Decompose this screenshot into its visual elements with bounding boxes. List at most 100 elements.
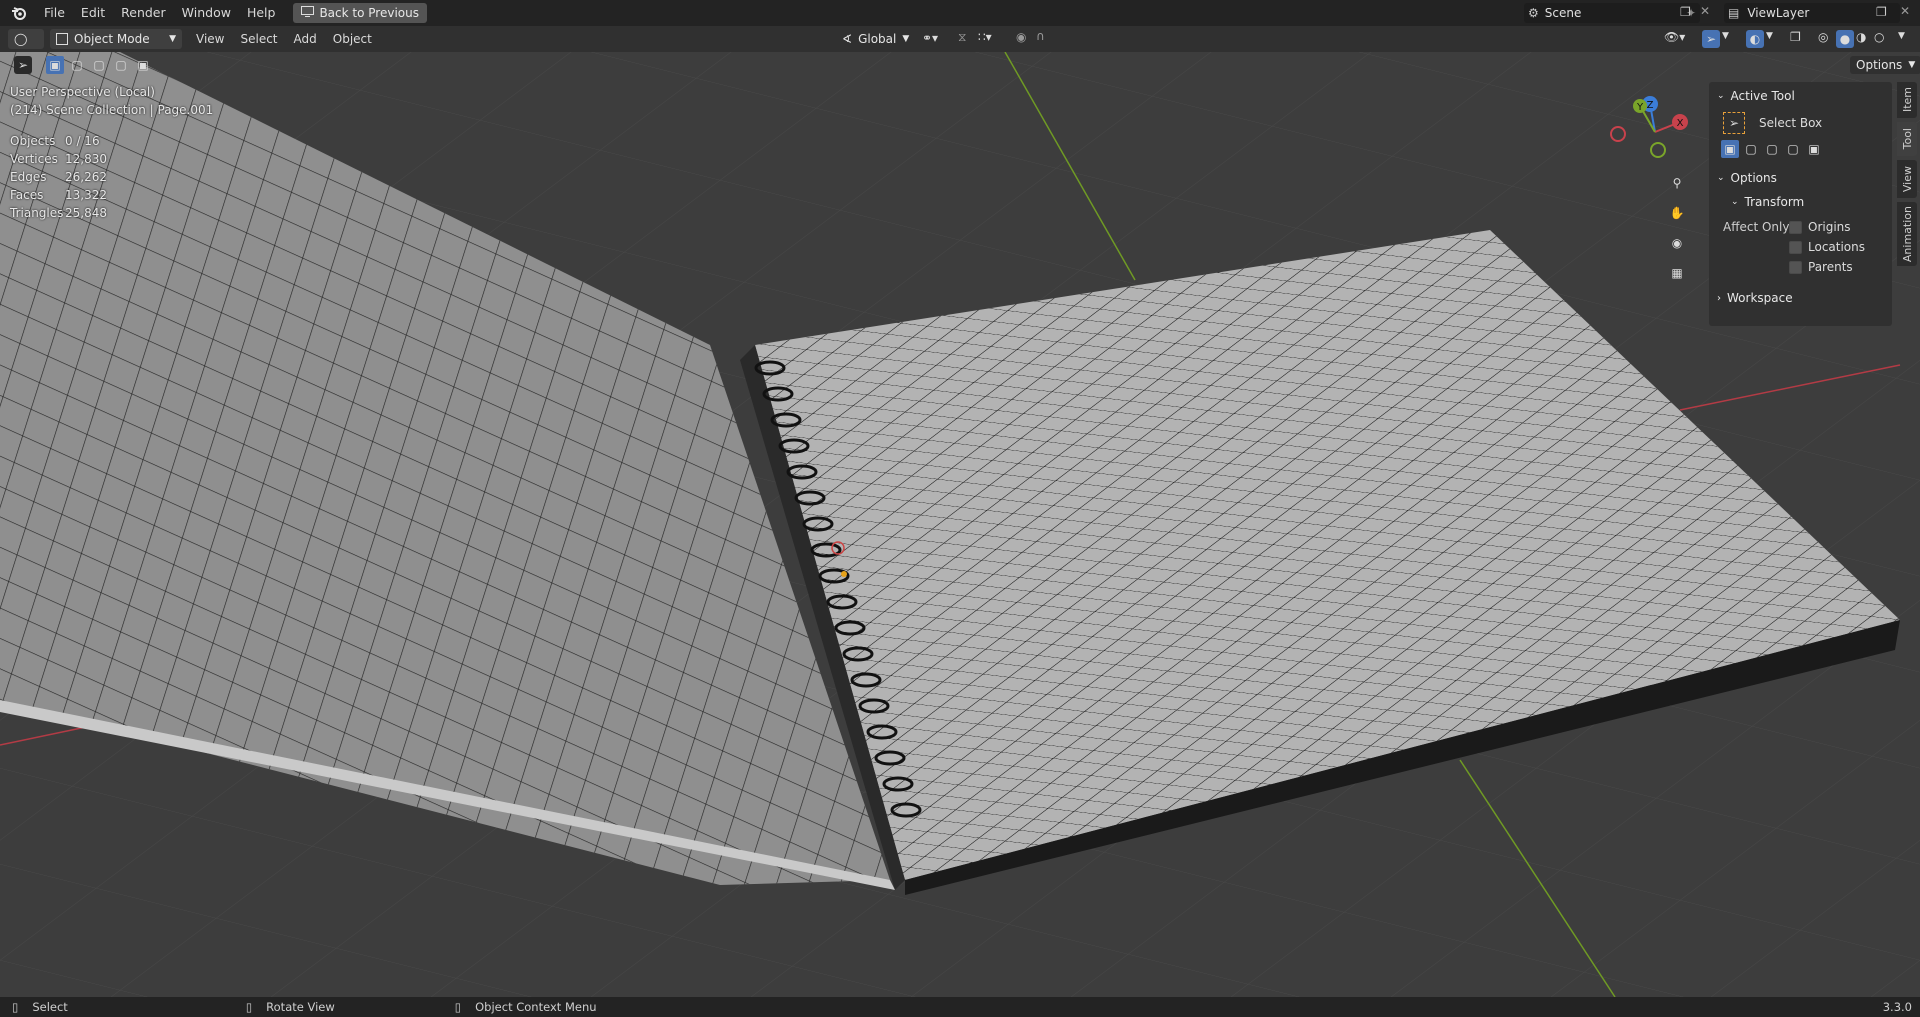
transform-header[interactable]: ⌄ Transform <box>1731 192 1892 212</box>
overlays-icon[interactable]: ◐ <box>1746 30 1764 48</box>
select-mode-invert-icon[interactable]: ▢ <box>112 56 130 74</box>
version-label: 3.3.0 <box>1882 1000 1912 1014</box>
xray-icon[interactable]: ❐ <box>1790 30 1801 44</box>
rendered-shading-icon[interactable]: ○ <box>1874 30 1884 44</box>
active-tool-title: Active Tool <box>1730 89 1795 103</box>
workspace-title: Workspace <box>1727 291 1793 305</box>
options-header[interactable]: ⌄ Options <box>1717 168 1892 188</box>
workspace-header[interactable]: › Workspace <box>1717 288 1892 308</box>
select-mode-new-icon[interactable]: ▣ <box>1721 140 1739 158</box>
chevron-down-icon: ⌄ <box>1731 197 1739 207</box>
select-mode-subtract-icon[interactable]: ▢ <box>90 56 108 74</box>
delete-scene-icon[interactable]: ✕ <box>1700 4 1710 18</box>
select-mode-intersect-icon[interactable]: ▣ <box>1805 140 1823 158</box>
solid-shading-icon[interactable]: ● <box>1836 30 1854 48</box>
menu-render[interactable]: Render <box>113 0 174 26</box>
editor-type-dropdown[interactable]: ◯ <box>8 29 44 49</box>
camera-icon[interactable]: ◉ <box>1664 230 1690 256</box>
affect-only-group: Affect Only Origins Locations Parents <box>1709 216 1892 278</box>
affect-only-label: Affect Only <box>1723 220 1790 234</box>
header-menu-object[interactable]: Object <box>325 26 380 52</box>
viewport-header: ◯ Object Mode ▼ View Select Add Object ∢… <box>0 26 1920 52</box>
select-tool-icon[interactable]: ➢ <box>14 56 32 74</box>
tool-name: Select Box <box>1759 116 1823 130</box>
origins-checkbox[interactable]: Origins <box>1789 220 1851 234</box>
scene-selector[interactable]: ⚙ Scene ✦ <box>1524 3 1700 23</box>
back-to-previous-label: Back to Previous <box>319 6 419 20</box>
zoom-icon[interactable]: ⚲ <box>1664 170 1690 196</box>
tab-view[interactable]: View <box>1897 160 1917 198</box>
stat-row: Vertices 12,830 <box>10 150 107 168</box>
overlays-dropdown-icon[interactable]: ▼ <box>1766 31 1773 41</box>
locations-checkbox[interactable]: Locations <box>1789 240 1865 254</box>
perspective-label: User Perspective (Local) <box>10 85 155 99</box>
pan-hand-icon[interactable]: ✋ <box>1664 200 1690 226</box>
snap-target-icon[interactable]: ∷▾ <box>978 30 992 44</box>
header-menu-add[interactable]: Add <box>286 26 325 52</box>
pivot-point-icon[interactable]: ⚭▾ <box>922 31 938 45</box>
snap-icon[interactable]: ⧖ <box>958 30 966 45</box>
checkbox-box[interactable] <box>1789 260 1802 274</box>
view-layer-selector[interactable]: ▤ ViewLayer <box>1724 3 1900 23</box>
active-tool-header[interactable]: ⌄ Active Tool <box>1717 86 1892 106</box>
shading-dropdown-icon[interactable]: ▼ <box>1898 31 1905 41</box>
mode-dropdown[interactable]: Object Mode ▼ <box>50 29 182 49</box>
sidebar-tabs: Item Tool View Animation <box>1897 82 1918 270</box>
mouse-left-icon: ▯ <box>12 1000 19 1014</box>
wireframe-shading-icon[interactable]: ◎ <box>1818 30 1828 44</box>
gizmo-toggle-icon[interactable]: ➢ <box>1702 30 1720 48</box>
gizmo-dropdown-icon[interactable]: ▼ <box>1722 31 1729 41</box>
3d-viewport[interactable]: ➢ ▣ ▢ ▢ ▢ ▣ Options ▼ User Perspective (… <box>0 52 1920 997</box>
header-menu-select[interactable]: Select <box>232 26 285 52</box>
menu-help[interactable]: Help <box>239 0 284 26</box>
select-mode-extend-icon[interactable]: ▢ <box>68 56 86 74</box>
neg-y-axis-handle[interactable] <box>1650 142 1666 158</box>
select-mode-subtract-icon[interactable]: ▢ <box>1763 140 1781 158</box>
perspective-grid-icon[interactable]: ▦ <box>1664 260 1690 286</box>
menu-file[interactable]: File <box>36 0 73 26</box>
stat-value: 13,322 <box>65 188 107 202</box>
select-box-icon[interactable]: ➢ <box>1723 112 1745 134</box>
menu-window[interactable]: Window <box>174 0 239 26</box>
stat-row: Faces 13,322 <box>10 186 107 204</box>
checkbox-box[interactable] <box>1789 240 1802 254</box>
tab-animation[interactable]: Animation <box>1897 202 1917 266</box>
visibility-icon[interactable]: 👁▾ <box>1664 30 1685 44</box>
options-title: Options <box>1730 171 1777 185</box>
mode-label: Object Mode <box>74 32 150 46</box>
stat-value: 26,262 <box>65 170 107 184</box>
options-dropdown[interactable]: Options ▼ <box>1850 56 1920 74</box>
stat-row: Triangles 25,848 <box>10 204 107 222</box>
top-bar: File Edit Render Window Help Back to Pre… <box>0 0 1920 26</box>
falloff-icon[interactable]: ∩ <box>1036 29 1045 43</box>
back-to-previous-button[interactable]: Back to Previous <box>293 3 427 23</box>
checkbox-box[interactable] <box>1789 220 1802 234</box>
navigation-gizmo[interactable]: Z X Y <box>1610 92 1700 172</box>
scene-icon: ⚙ <box>1528 6 1539 20</box>
neg-x-axis-handle[interactable] <box>1610 126 1626 142</box>
tab-item[interactable]: Item <box>1897 82 1917 118</box>
tab-tool-label: Tool <box>1900 128 1914 150</box>
material-shading-icon[interactable]: ◑ <box>1856 30 1866 44</box>
select-mode-new-icon[interactable]: ▣ <box>46 56 64 74</box>
tab-tool[interactable]: Tool <box>1897 122 1917 156</box>
select-mode-extend-icon[interactable]: ▢ <box>1742 140 1760 158</box>
viewport-statistics: Objects 0 / 16 Vertices 12,830 Edges 26,262… <box>10 132 107 222</box>
menu-edit[interactable]: Edit <box>73 0 113 26</box>
active-tool-row: ➢ Select Box <box>1723 112 1892 134</box>
chevron-right-icon: › <box>1717 292 1721 304</box>
header-menu-view[interactable]: View <box>188 26 232 52</box>
stat-label: Objects <box>10 134 56 148</box>
tab-view-label: View <box>1900 165 1914 193</box>
parents-checkbox[interactable]: Parents <box>1789 260 1853 274</box>
chevron-down-icon: ⌄ <box>1717 91 1725 101</box>
collection-label: (214) Scene Collection | Page.001 <box>10 103 214 117</box>
transform-orientation-dropdown[interactable]: ∢ Global ▼ <box>836 29 924 49</box>
delete-view-layer-icon[interactable]: ✕ <box>1900 4 1910 18</box>
select-mode-invert-icon[interactable]: ▢ <box>1784 140 1802 158</box>
proportional-edit-icon[interactable]: ◉ <box>1016 30 1026 44</box>
blender-logo-icon[interactable] <box>8 2 30 24</box>
new-view-layer-icon[interactable]: ❐ <box>1876 5 1887 19</box>
select-mode-intersect-icon[interactable]: ▣ <box>134 56 152 74</box>
new-scene-icon[interactable]: ❐ <box>1680 5 1691 19</box>
